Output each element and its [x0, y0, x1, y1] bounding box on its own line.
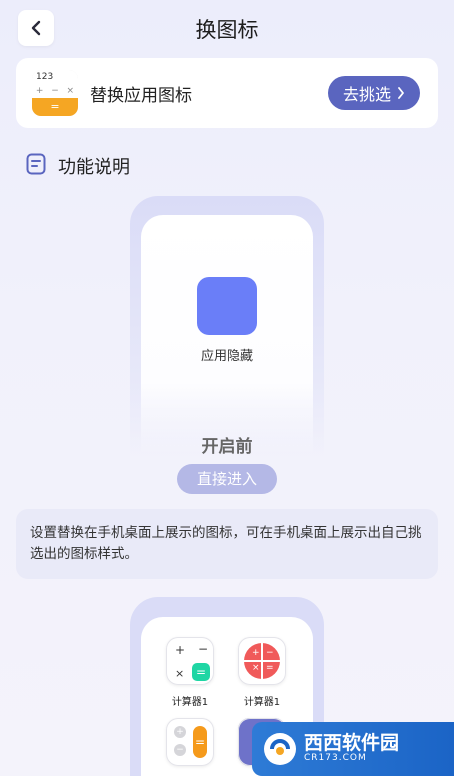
calculator-tile-green[interactable]: + − × = — [166, 637, 214, 685]
calculator-equals: = — [32, 98, 78, 116]
calculator-tile-orange[interactable]: + − = — [166, 718, 214, 766]
watermark-sub: CR173.COM — [304, 753, 367, 764]
calculator-operators: + − × — [32, 85, 78, 98]
direct-enter-button[interactable]: 直接进入 — [177, 464, 277, 494]
calculator-tile-red[interactable]: + − × = — [238, 637, 286, 685]
section-title: 功能说明 — [58, 157, 130, 178]
logo-icon — [264, 733, 296, 765]
page-title: 换图标 — [195, 18, 259, 42]
tile-label-2: 计算器1 — [243, 697, 281, 708]
chevron-right-icon — [398, 87, 404, 99]
watermark-logo: 西西软件园 CR173.COM — [252, 722, 454, 776]
pick-button-label: 去挑选 — [342, 85, 391, 104]
replace-icon-label: 替换应用图标 — [90, 86, 192, 106]
pick-icon-button[interactable]: 去挑选 — [328, 76, 420, 110]
hidden-app-label: 应用隐藏 — [200, 349, 253, 364]
hidden-app-icon — [197, 277, 257, 335]
phone-screen-before — [141, 215, 313, 455]
replace-icon-card: 123 + − × = 替换应用图标 去挑选 — [16, 58, 438, 128]
before-state-label: 开启前 — [201, 437, 253, 457]
description-card: 设置替换在手机桌面上展示的图标，可在手机桌面上展示出自己挑选出的图标样式。 — [16, 509, 438, 579]
tile-label-1: 计算器1 — [171, 697, 209, 708]
calculator-app-icon: 123 + − × = — [32, 70, 78, 116]
description-text: 设置替换在手机桌面上展示的图标，可在手机桌面上展示出自己挑选出的图标样式。 — [30, 525, 422, 562]
document-icon — [26, 153, 46, 175]
watermark-text: 西西软件园 — [304, 732, 400, 755]
